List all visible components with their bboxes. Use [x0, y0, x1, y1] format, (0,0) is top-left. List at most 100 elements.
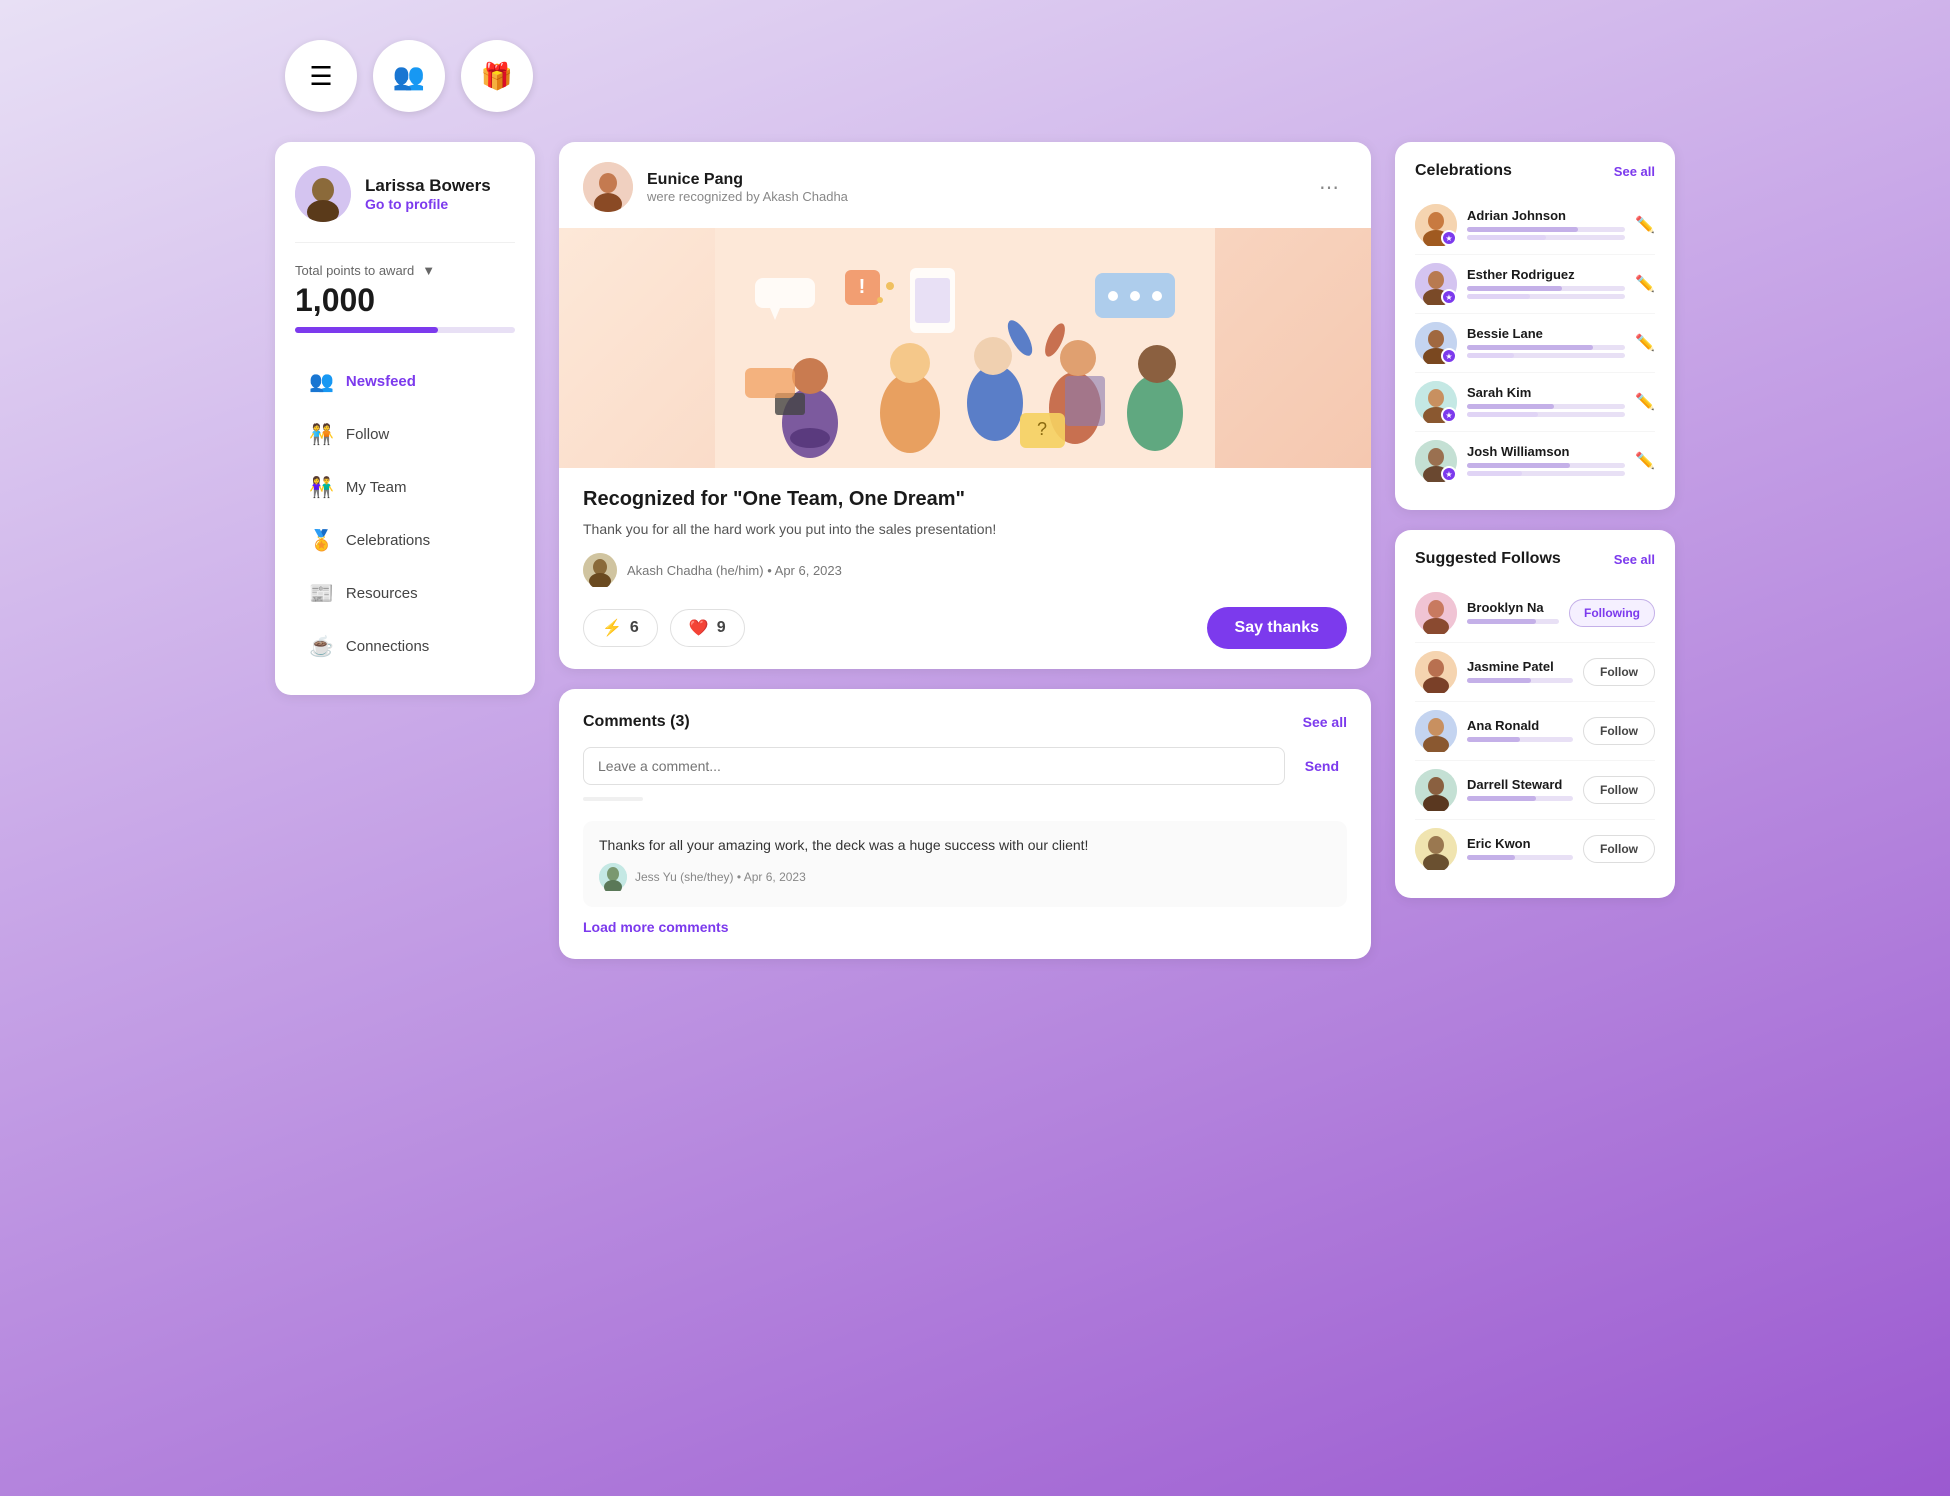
comment-input[interactable] — [583, 747, 1285, 785]
comment-input-row: Send — [583, 747, 1347, 785]
celebrations-see-all[interactable]: See all — [1614, 164, 1655, 179]
person-name: Esther Rodriguez — [1467, 267, 1625, 282]
follow-button-ana[interactable]: Follow — [1583, 717, 1655, 745]
suggested-follows-title: Suggested Follows — [1415, 550, 1561, 568]
say-thanks-button[interactable]: Say thanks — [1207, 607, 1347, 649]
celebrations-label: Celebrations — [346, 532, 430, 549]
person-avatar-darrell — [1415, 769, 1457, 811]
lightning-count: 6 — [630, 619, 639, 637]
sidebar-item-resources[interactable]: 📰 Resources — [295, 569, 515, 618]
heart-reaction-button[interactable]: ❤️ 9 — [670, 609, 745, 647]
celebration-badge: ★ — [1441, 230, 1457, 246]
gift-button[interactable]: 🎁 — [461, 40, 533, 112]
follow-button-eric[interactable]: Follow — [1583, 835, 1655, 863]
edit-button-adrian[interactable]: ✏️ — [1635, 215, 1655, 235]
commenter-name: Jess Yu (she/they) • Apr 6, 2023 — [635, 870, 806, 884]
sidebar-item-newsfeed[interactable]: 👥 Newsfeed — [295, 357, 515, 406]
post-header: Eunice Pang were recognized by Akash Cha… — [559, 142, 1371, 228]
post-body: Recognized for "One Team, One Dream" Tha… — [559, 468, 1371, 669]
person-name: Brooklyn Na — [1467, 600, 1559, 615]
sidebar: Larissa Bowers Go to profile Total point… — [275, 142, 535, 695]
celebration-badge: ★ — [1441, 348, 1457, 364]
person-info-bessie: Bessie Lane — [1467, 326, 1625, 361]
person-name: Josh Williamson — [1467, 444, 1625, 459]
svg-text:!: ! — [859, 276, 866, 298]
go-to-profile-link[interactable]: Go to profile — [365, 196, 491, 212]
heart-count: 9 — [717, 619, 726, 637]
sidebar-item-connections[interactable]: ☕ Connections — [295, 622, 515, 671]
post-subtitle: were recognized by Akash Chadha — [647, 189, 848, 204]
follow-button-jasmine[interactable]: Follow — [1583, 658, 1655, 686]
sender-name: Akash Chadha (he/him) • Apr 6, 2023 — [627, 563, 842, 578]
edit-button-bessie[interactable]: ✏️ — [1635, 333, 1655, 353]
list-item: ★ Bessie Lane ✏️ — [1415, 314, 1655, 373]
gift-icon: 🎁 — [481, 61, 513, 92]
load-more-comments-link[interactable]: Load more comments — [583, 919, 1347, 935]
people-button[interactable]: 👥 — [373, 40, 445, 112]
person-avatar-esther: ★ — [1415, 263, 1457, 305]
newsfeed-icon: 👥 — [309, 369, 334, 394]
points-value: 1,000 — [295, 282, 515, 319]
points-progress-bar — [295, 327, 515, 333]
profile-section: Larissa Bowers Go to profile — [295, 166, 515, 243]
edit-button-sarah[interactable]: ✏️ — [1635, 392, 1655, 412]
person-info-darrell: Darrell Steward — [1467, 777, 1573, 804]
main-content: Larissa Bowers Go to profile Total point… — [275, 142, 1675, 959]
points-label: Total points to award ▼ — [295, 263, 515, 278]
post-actions: ⚡ 6 ❤️ 9 Say thanks — [583, 607, 1347, 649]
person-avatar-bessie: ★ — [1415, 322, 1457, 364]
follow-button-darrell[interactable]: Follow — [1583, 776, 1655, 804]
commenter-avatar — [599, 863, 627, 891]
points-bar-fill — [295, 327, 438, 333]
celebration-badge: ★ — [1441, 466, 1457, 482]
person-avatar-josh: ★ — [1415, 440, 1457, 482]
person-name: Eric Kwon — [1467, 836, 1573, 851]
list-item: Brooklyn Na Following — [1415, 584, 1655, 643]
comments-see-all[interactable]: See all — [1303, 714, 1347, 730]
post-meta: Akash Chadha (he/him) • Apr 6, 2023 — [583, 553, 1347, 587]
sidebar-item-celebrations[interactable]: 🏅 Celebrations — [295, 516, 515, 565]
send-comment-button[interactable]: Send — [1297, 747, 1347, 785]
post-title: Recognized for "One Team, One Dream" — [583, 488, 1347, 511]
person-name: Bessie Lane — [1467, 326, 1625, 341]
person-name: Darrell Steward — [1467, 777, 1573, 792]
person-info-eric: Eric Kwon — [1467, 836, 1573, 863]
person-avatar-jasmine — [1415, 651, 1457, 693]
comment-divider — [583, 797, 643, 801]
newsfeed-label: Newsfeed — [346, 373, 416, 390]
menu-button[interactable]: ☰ — [285, 40, 357, 112]
edit-button-esther[interactable]: ✏️ — [1635, 274, 1655, 294]
lightning-reaction-button[interactable]: ⚡ 6 — [583, 609, 658, 647]
suggested-follows-see-all[interactable]: See all — [1614, 552, 1655, 567]
person-info-sarah: Sarah Kim — [1467, 385, 1625, 420]
edit-button-josh[interactable]: ✏️ — [1635, 451, 1655, 471]
person-name: Jasmine Patel — [1467, 659, 1573, 674]
comments-card: Comments (3) See all Send Thanks for all… — [559, 689, 1371, 959]
person-name: Ana Ronald — [1467, 718, 1573, 733]
list-item: ★ Josh Williamson ✏️ — [1415, 432, 1655, 490]
person-info-ana: Ana Ronald — [1467, 718, 1573, 745]
connections-label: Connections — [346, 638, 429, 655]
lightning-icon: ⚡ — [602, 618, 622, 638]
list-item: ★ Adrian Johnson ✏️ — [1415, 196, 1655, 255]
following-button-brooklyn[interactable]: Following — [1569, 599, 1655, 627]
celebration-badge: ★ — [1441, 289, 1457, 305]
resources-icon: 📰 — [309, 581, 334, 606]
resources-label: Resources — [346, 585, 418, 602]
heart-icon: ❤️ — [689, 618, 709, 638]
sidebar-item-follow[interactable]: 🧑‍🤝‍🧑 Follow — [295, 410, 515, 459]
person-info-brooklyn: Brooklyn Na — [1467, 600, 1559, 627]
post-illustration: ? ! — [559, 228, 1371, 468]
person-info-esther: Esther Rodriguez — [1467, 267, 1625, 302]
comment-meta: Jess Yu (she/they) • Apr 6, 2023 — [599, 863, 1331, 891]
comment-text: Thanks for all your amazing work, the de… — [599, 837, 1331, 853]
dropdown-icon[interactable]: ▼ — [422, 263, 435, 278]
post-body-text: Thank you for all the hard work you put … — [583, 521, 1347, 537]
post-card: Eunice Pang were recognized by Akash Cha… — [559, 142, 1371, 669]
my-team-icon: 👫 — [309, 475, 334, 500]
more-options-button[interactable]: ⋯ — [1311, 171, 1347, 204]
sidebar-item-my-team[interactable]: 👫 My Team — [295, 463, 515, 512]
celebrations-header: Celebrations See all — [1415, 162, 1655, 180]
list-item: Ana Ronald Follow — [1415, 702, 1655, 761]
list-item: Darrell Steward Follow — [1415, 761, 1655, 820]
